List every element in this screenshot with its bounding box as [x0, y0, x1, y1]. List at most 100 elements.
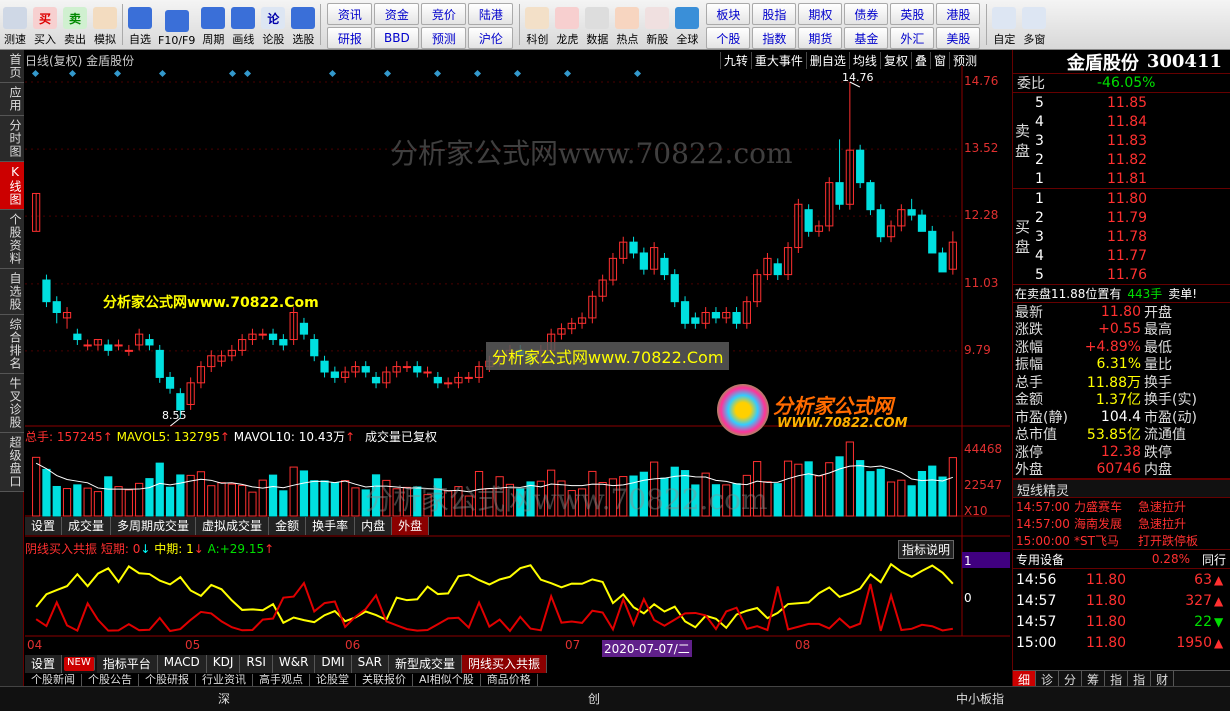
status-smb[interactable]: 中小板指 — [956, 690, 1004, 707]
toolbar-dragon-tiger-button[interactable]: 龙虎 — [552, 0, 582, 49]
volume-tab[interactable]: 虚拟成交量 — [196, 517, 270, 535]
asks-row[interactable]: 1 11.81 — [1013, 169, 1230, 188]
volume-tab[interactable]: 换手率 — [306, 517, 356, 535]
toolbar-grid-button[interactable]: 股指 — [752, 3, 797, 25]
toolbar-hot-button[interactable]: 热点 — [612, 0, 642, 49]
toolbar-grid-button[interactable]: 港股 — [936, 3, 981, 25]
toolbar-grid-button[interactable]: BBD — [374, 27, 420, 49]
left-tab-4[interactable]: 个股资料 — [0, 210, 24, 269]
toolbar-sell-button[interactable]: 卖卖出 — [60, 0, 90, 49]
news-tab[interactable]: 关联报价 — [356, 674, 413, 686]
toolbar-grid-button[interactable]: 期权 — [798, 3, 843, 25]
bids-row[interactable]: 3 11.78 — [1013, 227, 1230, 246]
left-tab-8[interactable]: 超级盘口 — [0, 433, 24, 492]
left-tab-1[interactable]: 应用 — [0, 83, 24, 116]
sprite-title[interactable]: 短线精灵 — [1013, 479, 1230, 499]
bids-row[interactable]: 1 11.80 — [1013, 189, 1230, 208]
volume-tab[interactable]: 成交量 — [62, 517, 112, 535]
toolbar-grid-button[interactable]: 基金 — [844, 27, 889, 49]
toolbar-grid-button[interactable]: 沪伦 — [468, 27, 514, 49]
quote-panel-tab[interactable]: 筹 — [1082, 671, 1106, 687]
sprite-row[interactable]: 15:00:00 *ST飞马 打开跌停板 — [1013, 532, 1230, 549]
toolbar-grid-button[interactable]: 外汇 — [890, 27, 935, 49]
toolbar-clock-button[interactable]: 测速 — [0, 0, 30, 49]
toolbar-star-button[interactable]: 自选 — [125, 0, 155, 49]
asks-row[interactable]: 4 11.84 — [1013, 112, 1230, 131]
chart-tool-button[interactable]: 复权 — [879, 52, 911, 69]
toolbar-discuss-button[interactable]: 论论股 — [258, 0, 288, 49]
bids-row[interactable]: 5 11.76 — [1013, 265, 1230, 284]
toolbar-new-stock-button[interactable]: 新股 — [642, 0, 672, 49]
quote-panel-tab[interactable]: 指 — [1105, 671, 1129, 687]
chart-tool-button[interactable]: 删自选 — [805, 52, 849, 69]
toolbar-grid-button[interactable]: 美股 — [936, 27, 981, 49]
bids-row[interactable]: 2 11.79 — [1013, 208, 1230, 227]
toolbar-grid-button[interactable]: 英股 — [890, 3, 935, 25]
quote-panel-tab[interactable]: 诊 — [1036, 671, 1060, 687]
toolbar-multi-window-button[interactable]: 多窗 — [1019, 0, 1049, 49]
asks-row[interactable]: 5 11.85 — [1013, 93, 1230, 112]
toolbar-grid-button[interactable]: 预测 — [421, 27, 467, 49]
toolbar-grid-button[interactable]: 研报 — [327, 27, 373, 49]
toolbar-select-stock-button[interactable]: 选股 — [288, 0, 318, 49]
news-tab[interactable]: 个股新闻 — [25, 674, 82, 686]
toolbar-grid-button[interactable]: 个股 — [706, 27, 751, 49]
left-tab-0[interactable]: 首页 — [0, 50, 24, 83]
sprite-row[interactable]: 14:57:00 海南发展 急速拉升 — [1013, 515, 1230, 532]
toolbar-period-button[interactable]: 周期 — [198, 0, 228, 49]
quote-panel-tab[interactable]: 细 — [1013, 671, 1037, 687]
toolbar-grid-button[interactable]: 债券 — [844, 3, 889, 25]
asks-row[interactable]: 3 11.83 — [1013, 131, 1230, 150]
chart-tool-button[interactable]: 叠 — [910, 52, 930, 69]
left-tab-6[interactable]: 综合排名 — [0, 315, 24, 374]
toolbar-science-button[interactable]: 科创 — [522, 0, 552, 49]
indicator-tab[interactable]: KDJ — [206, 655, 241, 673]
indicator-tab[interactable]: W&R — [272, 655, 316, 673]
left-tab-3[interactable]: K线图 — [0, 162, 24, 210]
indicator-tab[interactable]: 阴线买入共振 — [461, 655, 547, 673]
toolbar-custom-button[interactable]: 自定 — [989, 0, 1019, 49]
toolbar-grid-button[interactable]: 资讯 — [327, 3, 373, 25]
toolbar-pen-button[interactable]: 画线 — [228, 0, 258, 49]
toolbar-grid-button[interactable]: 期货 — [798, 27, 843, 49]
volume-tab[interactable]: 设置 — [25, 517, 63, 535]
toolbar-buy-button[interactable]: 买买入 — [30, 0, 60, 49]
indicator-tab[interactable]: 指标平台 — [96, 655, 158, 673]
indicator-tab[interactable]: 新型成交量 — [388, 655, 462, 673]
indicator-tab[interactable]: MACD — [157, 655, 207, 673]
chart-tool-button[interactable]: 预测 — [948, 52, 980, 69]
toolbar-pe-data-button[interactable]: 数据 — [582, 0, 612, 49]
quote-panel-tab[interactable]: 指 — [1128, 671, 1152, 687]
left-tab-2[interactable]: 分时图 — [0, 116, 24, 162]
toolbar-grid-button[interactable]: 指数 — [752, 27, 797, 49]
left-tab-5[interactable]: 自选股 — [0, 269, 24, 315]
bids-row[interactable]: 4 11.77 — [1013, 246, 1230, 265]
chart-area[interactable]: 分析家公式网www.70822.com 分析家公式网www.70822.com … — [25, 50, 1010, 686]
asks-row[interactable]: 2 11.82 — [1013, 150, 1230, 169]
quote-panel-tab[interactable]: 分 — [1059, 671, 1083, 687]
chart-tool-button[interactable]: 重大事件 — [750, 52, 806, 69]
news-tab[interactable]: 个股研报 — [139, 674, 196, 686]
news-tab[interactable]: 个股公告 — [82, 674, 139, 686]
news-tab[interactable]: AI相似个股 — [413, 674, 481, 686]
chart-tool-button[interactable]: 均线 — [848, 52, 880, 69]
status-sz[interactable]: 深 — [218, 690, 230, 707]
volume-tab[interactable]: 金额 — [269, 517, 307, 535]
news-tab[interactable]: 高手观点 — [253, 674, 310, 686]
chart-tool-button[interactable]: 九转 — [719, 52, 751, 69]
toolbar-grid-button[interactable]: 资金 — [374, 3, 420, 25]
sprite-row[interactable]: 14:57:00 力盛赛车 急速拉升 — [1013, 498, 1230, 515]
toolbar-grid-button[interactable]: 竞价 — [421, 3, 467, 25]
indicator-tab[interactable]: SAR — [351, 655, 389, 673]
toolbar-grid-button[interactable]: 陆港 — [468, 3, 514, 25]
chart-tool-button[interactable]: 窗 — [929, 52, 949, 69]
news-tab[interactable]: 论股堂 — [310, 674, 356, 686]
volume-tab[interactable]: 内盘 — [355, 517, 393, 535]
toolbar-hammer-button[interactable]: 模拟 — [90, 0, 120, 49]
quote-panel-tab[interactable]: 财 — [1151, 671, 1175, 687]
news-tab[interactable]: 行业资讯 — [196, 674, 253, 686]
news-tab[interactable]: 商品价格 — [481, 674, 538, 686]
indicator-tab[interactable]: RSI — [240, 655, 273, 673]
toolbar-globe-button[interactable]: 全球 — [672, 0, 702, 49]
indicator-tab[interactable]: 设置 — [25, 655, 63, 673]
